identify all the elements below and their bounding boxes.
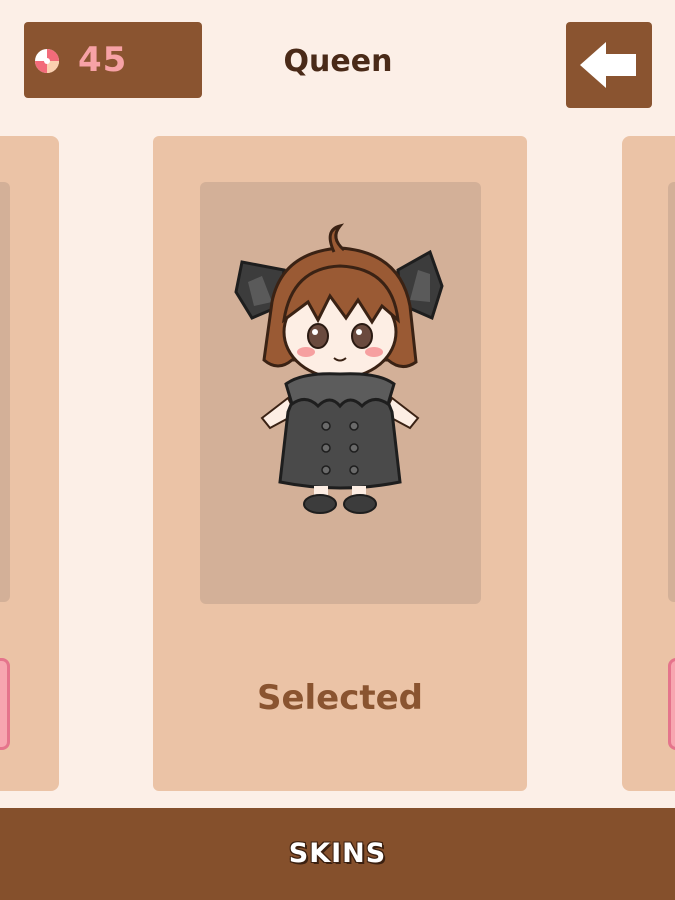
next-skin-preview [668,182,675,602]
next-skin-button[interactable] [668,658,675,750]
currency-value: 45 [78,40,128,80]
previous-skin-preview [0,182,10,602]
header: 45 Queen [0,0,675,130]
page-title: Queen [283,44,393,79]
character-illustration [234,223,444,514]
currency-display: 45 [24,22,202,98]
next-skin-card[interactable] [622,136,675,791]
back-arrow-icon [580,42,636,88]
candy-icon [35,49,59,73]
skin-status-label: Selected [256,678,424,718]
skins-tab[interactable]: SKINS [0,838,675,869]
skin-preview [200,182,481,604]
previous-skin-card[interactable] [0,136,59,791]
previous-skin-button[interactable] [0,658,10,750]
back-button[interactable] [566,22,652,108]
current-skin-card[interactable]: Selected [153,136,527,791]
bottom-bar: SKINS [0,808,675,900]
